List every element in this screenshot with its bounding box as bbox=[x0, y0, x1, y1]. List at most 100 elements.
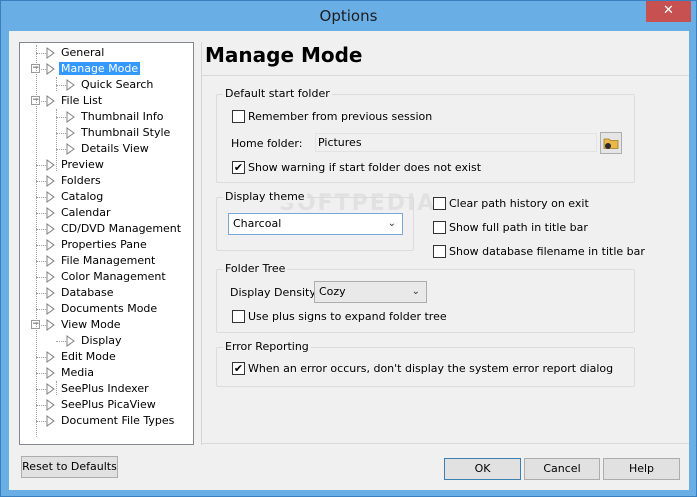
db-filename-title-box[interactable] bbox=[433, 244, 446, 258]
tree-item[interactable]: Thumbnail Info bbox=[66, 109, 166, 125]
title-bar[interactable]: Options ✕ bbox=[1, 1, 696, 31]
options-window: Options ✕ General − Manage Mode Quick Searc… bbox=[0, 0, 697, 497]
warn-missing-folder-checkbox[interactable]: ✔ Show warning if start folder does not e… bbox=[232, 160, 482, 177]
tree-arrow-icon bbox=[66, 111, 75, 123]
tree-item[interactable]: Properties Pane bbox=[46, 237, 149, 253]
page-title: Manage Mode bbox=[205, 43, 363, 67]
full-path-title-checkbox[interactable]: Show full path in title bar bbox=[433, 220, 588, 237]
tree-item-label: View Mode bbox=[61, 318, 121, 331]
tree-guide-line bbox=[56, 77, 57, 91]
tree-item[interactable]: File Management bbox=[46, 253, 157, 269]
home-folder-input[interactable]: Pictures bbox=[315, 133, 597, 152]
tree-item[interactable]: Color Management bbox=[46, 269, 168, 285]
tree-item-label: General bbox=[61, 46, 105, 59]
browse-folder-button[interactable] bbox=[600, 132, 622, 154]
tree-item[interactable]: CD/DVD Management bbox=[46, 221, 183, 237]
full-path-title-box[interactable] bbox=[433, 220, 446, 234]
tree-arrow-icon bbox=[46, 351, 55, 363]
tree-arrow-icon bbox=[46, 63, 55, 75]
tree-item[interactable]: General bbox=[46, 45, 106, 61]
remember-session-box[interactable] bbox=[232, 109, 245, 123]
plus-signs-checkbox[interactable]: Use plus signs to expand folder tree bbox=[232, 309, 447, 326]
tree-arrow-icon bbox=[66, 143, 75, 155]
tree-connector bbox=[36, 389, 46, 390]
tree-item[interactable]: Folders bbox=[46, 173, 103, 189]
tree-connector bbox=[36, 357, 46, 358]
tree-item[interactable]: Quick Search bbox=[66, 77, 155, 93]
tree-item[interactable]: Catalog bbox=[46, 189, 105, 205]
clear-path-history-checkbox[interactable]: Clear path history on exit bbox=[433, 196, 589, 213]
full-path-title-label: Show full path in title bar bbox=[449, 221, 588, 234]
folder-icon bbox=[603, 138, 619, 149]
tree-item-label: Color Management bbox=[61, 270, 166, 283]
tree-arrow-icon bbox=[46, 367, 55, 379]
tree-item[interactable]: Manage Mode bbox=[46, 61, 141, 77]
tree-item[interactable]: Preview bbox=[46, 157, 106, 173]
ok-button[interactable]: OK bbox=[444, 458, 521, 480]
chevron-down-icon: ⌄ bbox=[411, 286, 420, 297]
reset-defaults-button[interactable]: Reset to Defaults bbox=[21, 456, 118, 478]
tree-item[interactable]: Documents Mode bbox=[46, 301, 159, 317]
start-folder-group: Default start folder Remember from previ… bbox=[216, 87, 635, 183]
tree-connector bbox=[36, 309, 46, 310]
tree-arrow-icon bbox=[46, 287, 55, 299]
tree-arrow-icon bbox=[66, 127, 75, 139]
error-reporting-group: Error Reporting ✔ When an error occurs, d… bbox=[216, 340, 635, 387]
dialog-client-area: General − Manage Mode Quick Search − File Lis… bbox=[9, 31, 689, 490]
tree-item[interactable]: View Mode bbox=[46, 317, 123, 333]
tree-item[interactable]: Details View bbox=[66, 141, 151, 157]
tree-connector bbox=[36, 421, 46, 422]
tree-item-label: Thumbnail Style bbox=[81, 126, 171, 139]
tree-item[interactable]: Database bbox=[46, 285, 116, 301]
tree-arrow-icon bbox=[46, 175, 55, 187]
tree-item-label: Document File Types bbox=[61, 414, 175, 427]
tree-item-label: Media bbox=[61, 366, 95, 379]
tree-item-label: SeePlus Indexer bbox=[61, 382, 149, 395]
tree-item-label: SeePlus PicaView bbox=[61, 398, 156, 411]
tree-item[interactable]: Calendar bbox=[46, 205, 112, 221]
panel-divider bbox=[201, 42, 202, 445]
tree-item-label: Calendar bbox=[61, 206, 111, 219]
tree-item[interactable]: Thumbnail Style bbox=[66, 125, 172, 141]
tree-item[interactable]: Edit Mode bbox=[46, 349, 118, 365]
tree-arrow-icon bbox=[46, 399, 55, 411]
tree-arrow-icon bbox=[46, 303, 55, 315]
error-reporting-group-title: Error Reporting bbox=[223, 340, 311, 353]
chevron-down-icon: ⌄ bbox=[387, 218, 396, 229]
tree-connector bbox=[36, 373, 46, 374]
suppress-error-dialog-label: When an error occurs, don't display the … bbox=[248, 362, 614, 375]
tree-arrow-icon bbox=[46, 191, 55, 203]
options-tree[interactable]: General − Manage Mode Quick Search − File Lis… bbox=[19, 42, 194, 445]
remember-session-checkbox[interactable]: Remember from previous session bbox=[232, 109, 432, 126]
tree-item[interactable]: SeePlus PicaView bbox=[46, 397, 158, 413]
cancel-button[interactable]: Cancel bbox=[524, 458, 600, 480]
tree-arrow-icon bbox=[46, 383, 55, 395]
display-theme-group-title: Display theme bbox=[223, 190, 307, 203]
tree-item[interactable]: Document File Types bbox=[46, 413, 176, 429]
tree-item-label: Display bbox=[81, 334, 122, 347]
display-theme-value: Charcoal bbox=[233, 217, 282, 230]
tree-item[interactable]: SeePlus Indexer bbox=[46, 381, 151, 397]
close-button[interactable]: ✕ bbox=[646, 1, 691, 22]
tree-item[interactable]: Display bbox=[66, 333, 124, 349]
warn-missing-folder-label: Show warning if start folder does not ex… bbox=[248, 161, 482, 174]
tree-item[interactable]: File List bbox=[46, 93, 104, 109]
tree-guide-line bbox=[56, 109, 57, 171]
tree-guide-line bbox=[56, 381, 57, 395]
tree-arrow-icon bbox=[46, 95, 55, 107]
display-theme-select[interactable]: Charcoal ⌄ bbox=[228, 213, 403, 235]
suppress-error-dialog-checkbox[interactable]: ✔ When an error occurs, don't display the… bbox=[232, 361, 614, 378]
tree-item-label: Folders bbox=[61, 174, 101, 187]
plus-signs-box[interactable] bbox=[232, 309, 245, 323]
display-density-select[interactable]: Cozy ⌄ bbox=[314, 281, 427, 303]
tree-arrow-icon bbox=[46, 239, 55, 251]
tree-connector bbox=[36, 229, 46, 230]
help-button[interactable]: Help bbox=[603, 458, 680, 480]
db-filename-title-checkbox[interactable]: Show database filename in title bar bbox=[433, 244, 645, 261]
clear-path-history-box[interactable] bbox=[433, 196, 446, 210]
tree-arrow-icon bbox=[46, 47, 55, 59]
suppress-error-dialog-box[interactable]: ✔ bbox=[232, 361, 245, 375]
tree-item-label: CD/DVD Management bbox=[61, 222, 182, 235]
tree-item[interactable]: Media bbox=[46, 365, 96, 381]
warn-missing-folder-box[interactable]: ✔ bbox=[232, 160, 245, 174]
